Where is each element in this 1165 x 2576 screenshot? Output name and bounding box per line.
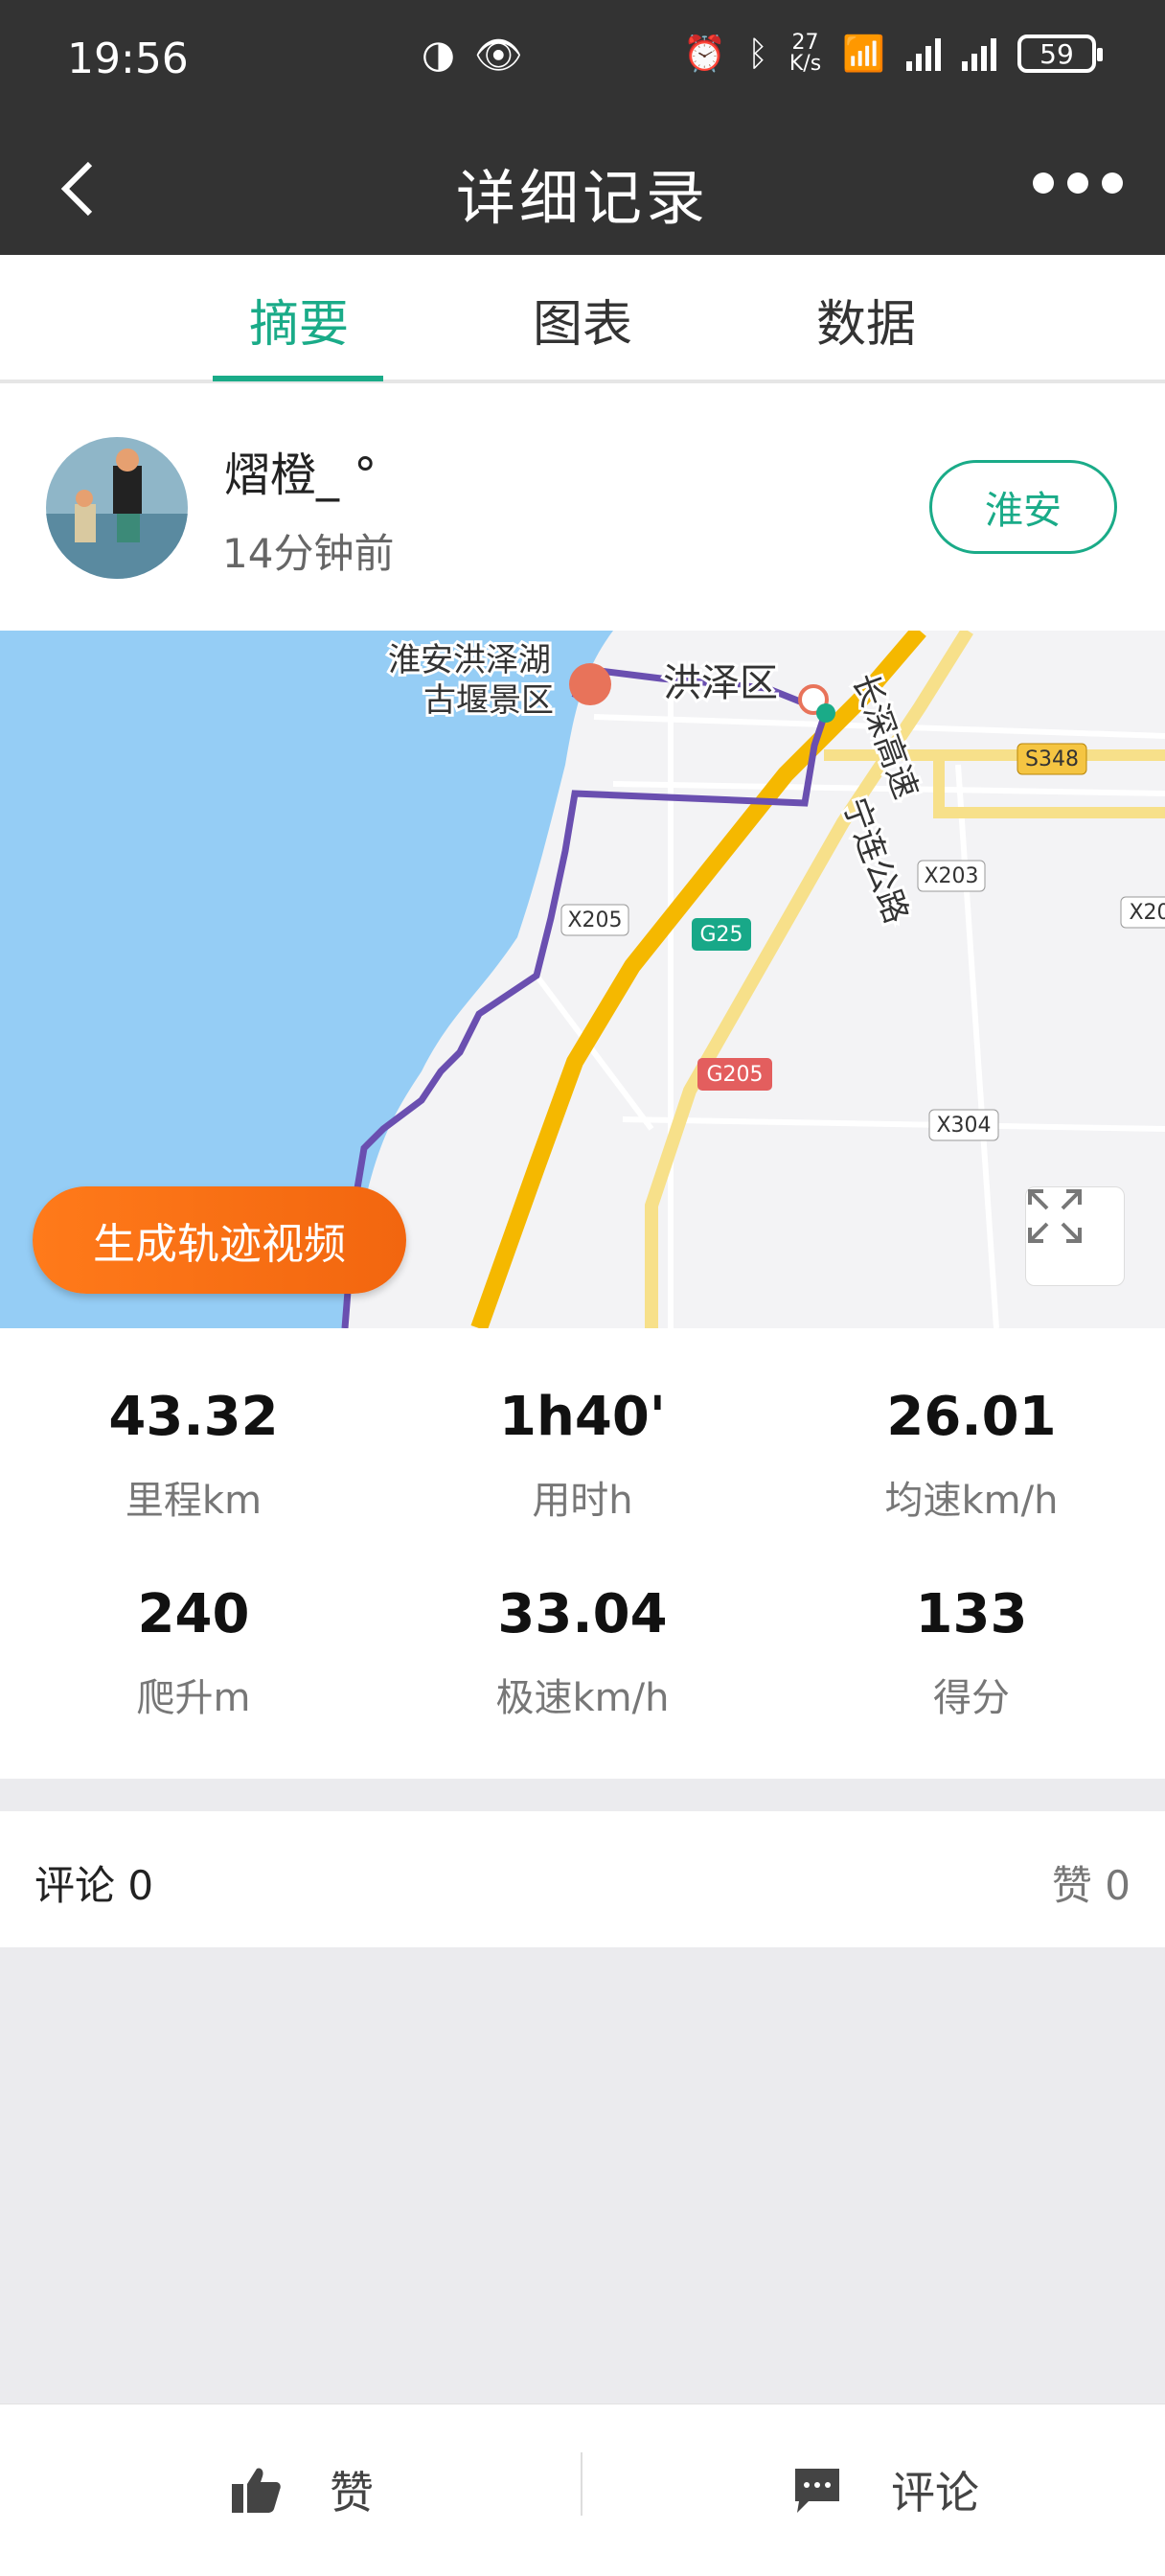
alarm-icon: ⏰ [683, 34, 727, 74]
signal-icon [906, 36, 941, 71]
eye-icon: 👁 [473, 34, 523, 78]
signal-icon-2 [962, 36, 996, 71]
g205-road [645, 631, 973, 1328]
stat-value: 26.01 [886, 1386, 1057, 1448]
net-speed-value: 27 [791, 31, 819, 55]
comments-row: 评论 0 赞 0 [0, 1811, 1165, 1947]
status-bar: 19:56 ◑ 👁 ⏰ ᛒ 27 K/s 📶 59 [0, 0, 1165, 121]
road-label-s348: S348 [1025, 748, 1079, 771]
comment-label: 评论 [891, 2467, 979, 2518]
like-label: 赞 [330, 2467, 374, 2518]
road-label-x20: X20 [1129, 901, 1165, 925]
avatar[interactable] [46, 437, 188, 579]
scenic-label-1: 淮安洪泽湖 [388, 641, 551, 679]
tab-summary[interactable]: 摘要 [213, 284, 385, 356]
expressway-label-1: 长深高速 [845, 668, 925, 803]
scenic-label-2: 古堰景区 [423, 681, 554, 720]
notification-icon: ◑ [422, 33, 455, 77]
stat-label: 里程km [125, 1479, 263, 1523]
expand-map-button[interactable] [1025, 1186, 1125, 1286]
status-right-icons: ⏰ ᛒ 27 K/s 📶 59 [683, 33, 1103, 75]
district-label: 洪泽区 [663, 661, 778, 705]
bottom-action-bar: 赞 评论 [0, 2404, 1165, 2576]
tab-charts[interactable]: 图表 [496, 284, 669, 356]
expand-icon [1028, 1189, 1082, 1243]
battery-level: 59 [1039, 37, 1074, 70]
stat-distance: 43.32 里程km [2, 1386, 385, 1525]
road-label-g25: G25 [699, 923, 742, 947]
like-count[interactable]: 赞 0 [1052, 1853, 1131, 1912]
road-label-x304: X304 [936, 1114, 991, 1138]
stat-score: 133 得分 [780, 1583, 1163, 1722]
comment-icon [795, 2469, 839, 2513]
bluetooth-icon: ᛒ [747, 34, 768, 74]
stat-label: 用时h [532, 1479, 633, 1523]
city-button[interactable]: 淮安 [929, 460, 1117, 554]
stat-value: 1h40' [499, 1386, 666, 1448]
tab-active-indicator [213, 376, 383, 381]
wifi-icon: 📶 [842, 34, 885, 74]
status-center-icons: ◑ 👁 [422, 33, 523, 78]
expressway-label-2: 宁连公路 [835, 793, 916, 928]
thumbs-up-icon [232, 2468, 281, 2513]
stat-label: 极速km/h [495, 1676, 670, 1720]
tab-bar: 摘要 图表 数据 [0, 255, 1165, 383]
net-speed: 27 K/s [789, 33, 821, 75]
stat-value: 43.32 [108, 1386, 279, 1448]
stat-label: 均速km/h [884, 1479, 1059, 1523]
username: 熠橙_ ° [224, 448, 377, 502]
stats-panel: 43.32 里程km 1h40' 用时h 26.01 均速km/h 240 爬升… [0, 1328, 1165, 1779]
start-marker [816, 703, 835, 723]
battery-icon: 59 [1017, 34, 1103, 73]
tab-data[interactable]: 数据 [780, 284, 952, 356]
comment-count[interactable]: 评论 0 [34, 1853, 153, 1912]
user-info: 熠橙_ ° 14分钟前 淮安 [0, 383, 1165, 631]
page-title: 详细记录 [455, 163, 709, 233]
road-label-x205: X205 [567, 908, 622, 932]
stat-avg-speed: 26.01 均速km/h [780, 1386, 1163, 1525]
stat-label: 爬升m [136, 1676, 251, 1720]
stat-climb: 240 爬升m [2, 1583, 385, 1722]
comment-button[interactable]: 评论 [791, 2458, 979, 2521]
like-button[interactable]: 赞 [230, 2458, 374, 2521]
road-label-x203: X203 [924, 864, 978, 888]
bottom-divider [581, 2452, 582, 2516]
time-ago: 14分钟前 [222, 530, 395, 577]
net-speed-unit: K/s [788, 52, 822, 76]
stat-value: 33.04 [497, 1583, 668, 1645]
generate-video-button[interactable]: 生成轨迹视频 [33, 1186, 406, 1294]
stat-label: 得分 [933, 1676, 1010, 1720]
stat-duration: 1h40' 用时h [391, 1386, 774, 1525]
scenic-marker [569, 663, 611, 705]
more-options-button[interactable] [1033, 172, 1123, 194]
status-time: 19:56 [67, 34, 189, 83]
route-map[interactable]: S348 X203 X20 X205 G25 G205 X304 淮安洪泽湖 古… [0, 631, 1165, 1328]
stat-max-speed: 33.04 极速km/h [391, 1583, 774, 1722]
avatar-image [46, 437, 188, 579]
road-label-g205: G205 [706, 1063, 763, 1087]
title-bar: 详细记录 [0, 121, 1165, 255]
stat-value: 133 [915, 1583, 1028, 1645]
stat-value: 240 [137, 1583, 250, 1645]
